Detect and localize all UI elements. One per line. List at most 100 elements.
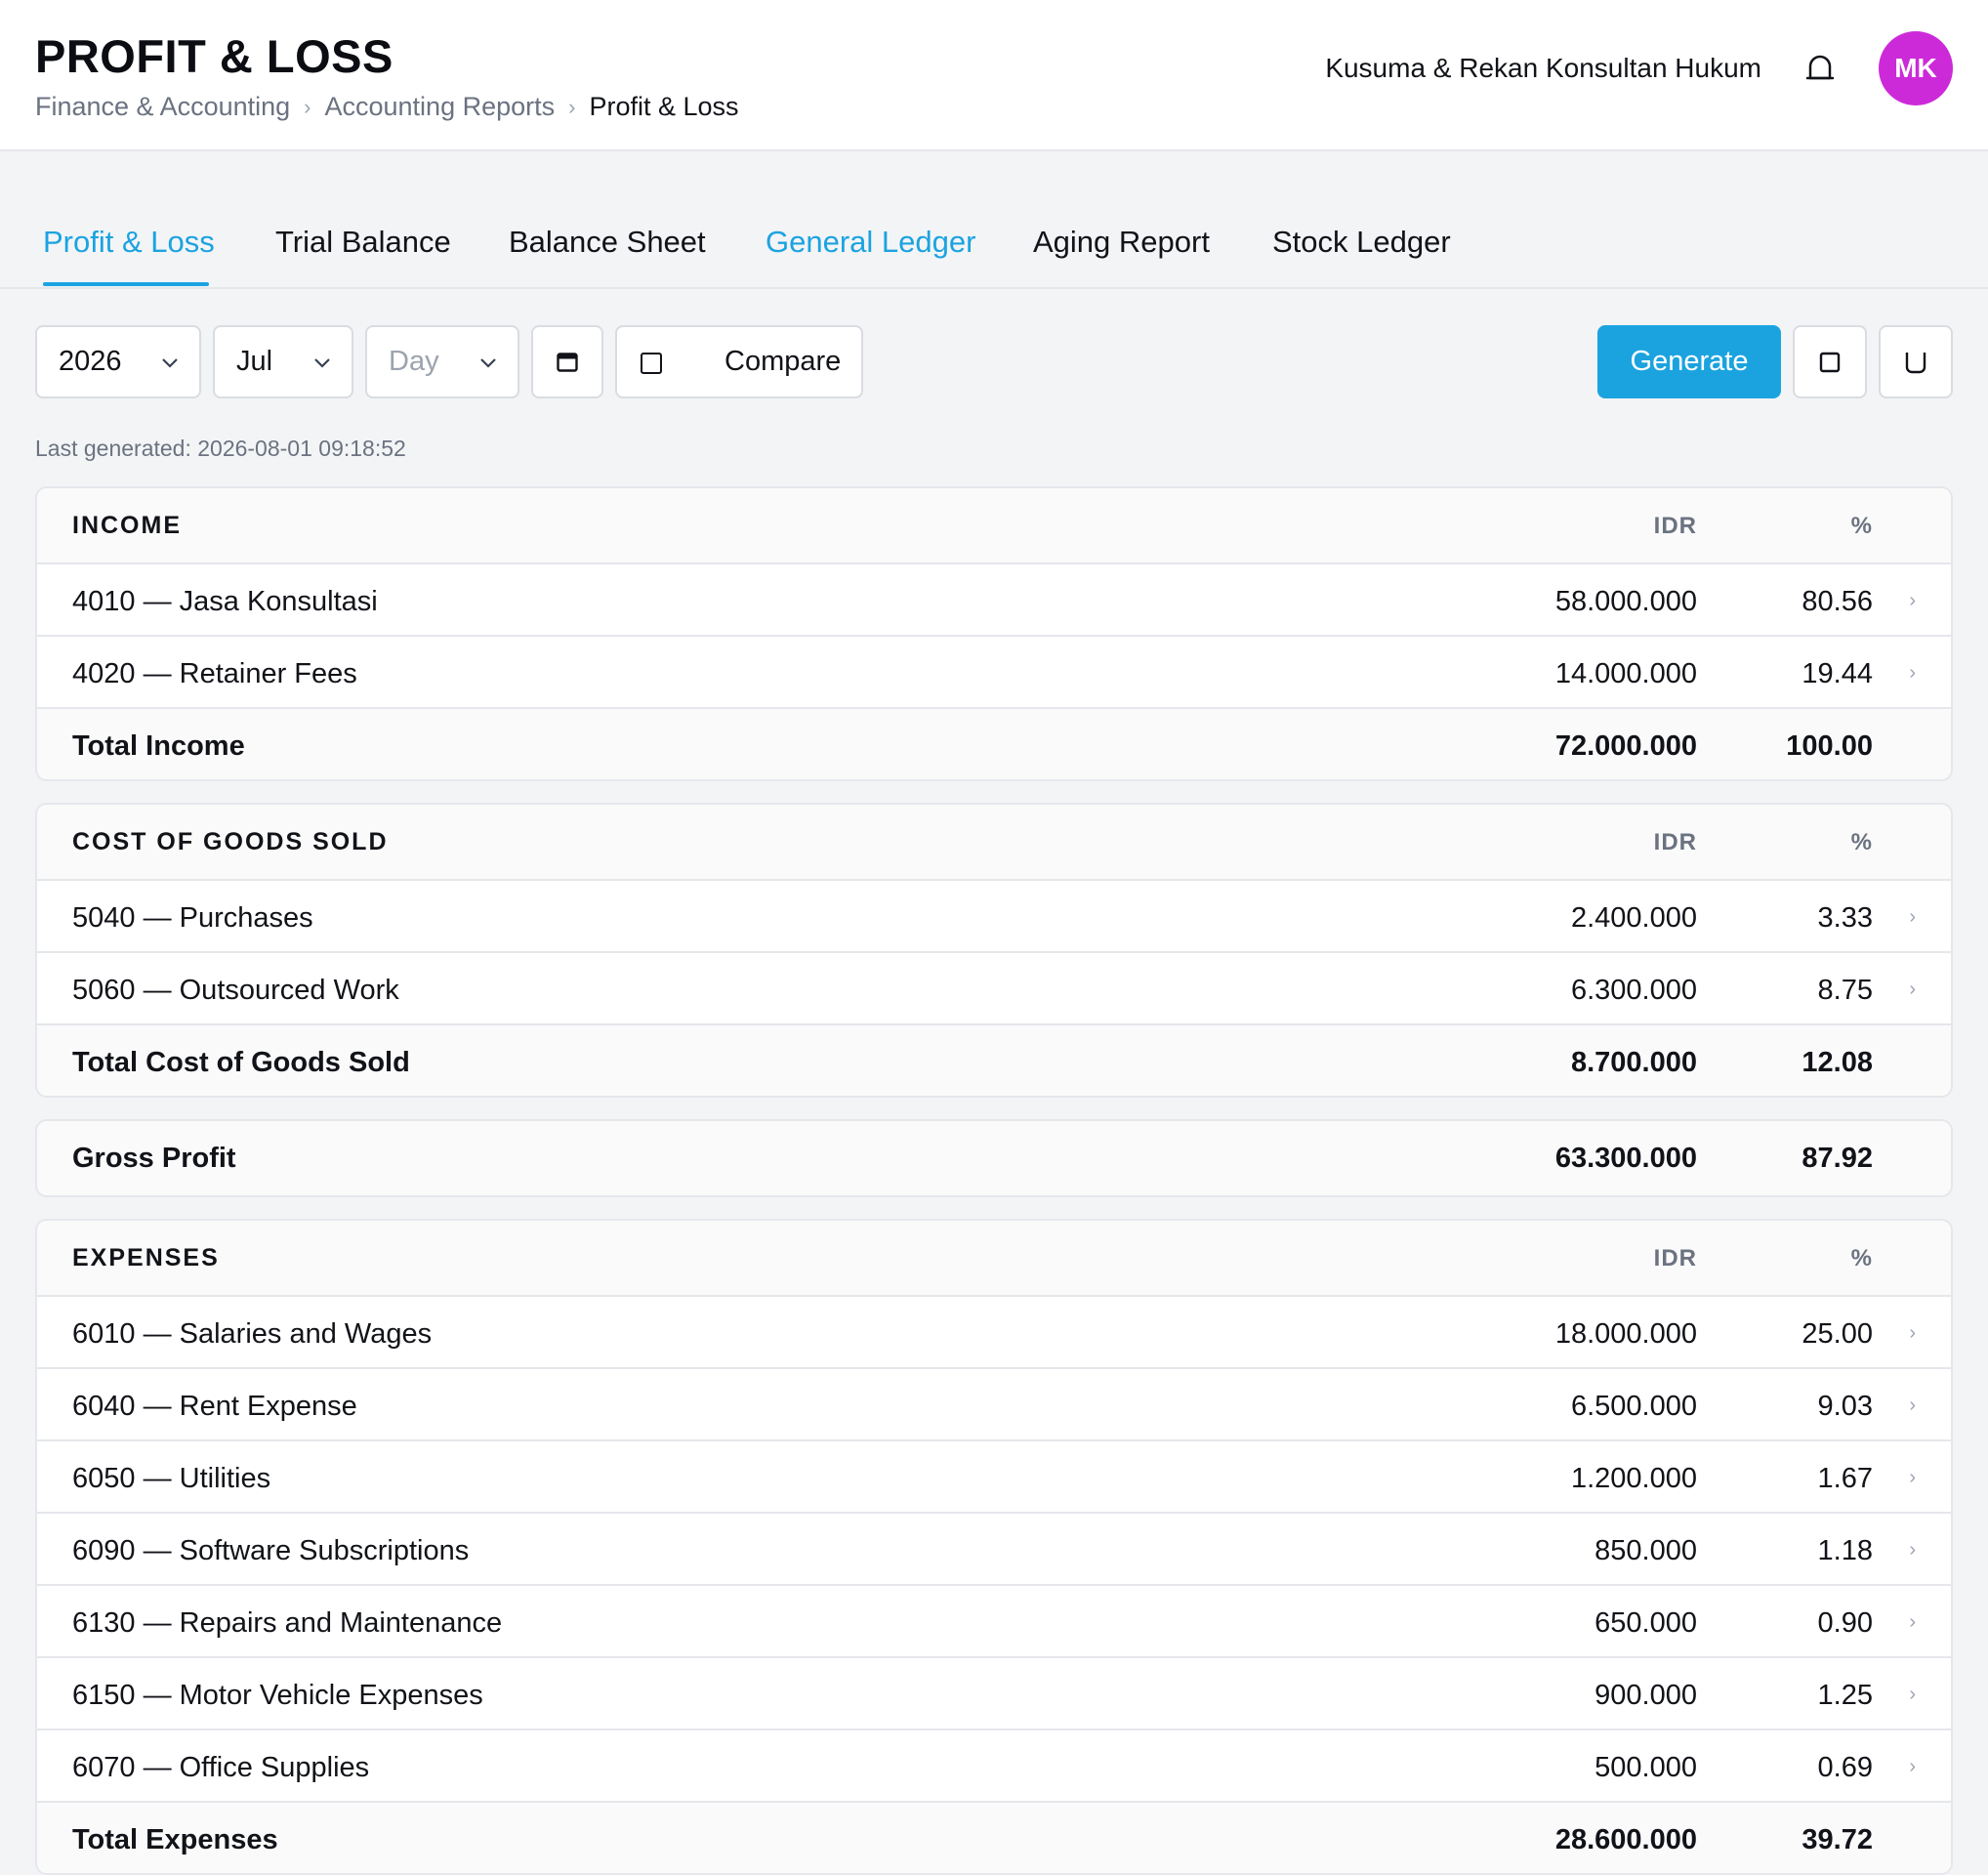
total-amount: 8.700.000 [1570,1047,1697,1078]
chevron-down-icon [314,358,330,368]
cogs-section: COST OF GOODS SOLD IDR % 5040 — Purchase… [35,803,1953,1098]
last-generated-text: Last generated: 2026-08-01 09:18:52 [35,436,406,461]
account-percent: 3.33 [1817,902,1873,934]
account-row[interactable]: 6050 — Utilities 1.200.000 1.67 › [37,1439,1951,1512]
total-label: Total Cost of Goods Sold [72,1047,410,1078]
chevron-right-icon[interactable]: › [1909,1467,1916,1489]
account-row[interactable]: 5040 — Purchases 2.400.000 3.33 › [37,879,1951,951]
breadcrumb-separator-icon: › [304,94,311,119]
chevron-right-icon[interactable]: › [1909,1756,1916,1778]
total-percent: 39.72 [1802,1824,1873,1855]
day-select[interactable]: Day [365,325,519,398]
account-percent: 1.25 [1817,1680,1873,1711]
chevron-right-icon[interactable]: › [1909,1395,1916,1417]
year-select[interactable]: 2026 [35,325,201,398]
tab-general-ledger[interactable]: General Ledger [766,225,975,260]
account-amount: 900.000 [1595,1680,1697,1711]
active-tab-indicator [43,282,209,286]
column-header-percent: % [1850,1245,1873,1271]
tab-trial-balance[interactable]: Trial Balance [275,225,451,260]
account-amount: 2.400.000 [1570,902,1697,934]
calendar-button[interactable] [531,325,603,398]
account-name: 4020 — Retainer Fees [72,658,357,689]
gross-profit-label: Gross Profit [72,1143,236,1174]
account-row[interactable]: 6070 — Office Supplies 500.000 0.69 › [37,1729,1951,1801]
chevron-right-icon[interactable]: › [1909,590,1916,612]
account-percent: 0.90 [1817,1607,1873,1639]
account-amount: 1.200.000 [1570,1463,1697,1494]
expenses-section: EXPENSES IDR % 6010 — Salaries and Wages… [35,1219,1953,1875]
account-name: 6040 — Rent Expense [72,1391,357,1422]
column-header-percent: % [1850,829,1873,855]
app-header: PROFIT & LOSS Finance & Accounting › Acc… [0,0,1988,151]
chevron-right-icon[interactable]: › [1909,662,1916,685]
breadcrumb-item-current: Profit & Loss [589,92,739,121]
total-row: Total Income 72.000.000 100.00 [37,707,1951,779]
total-percent: 100.00 [1786,730,1873,762]
account-row[interactable]: 6090 — Software Subscriptions 850.000 1.… [37,1512,1951,1584]
export-button[interactable] [1793,325,1867,398]
gross-profit-percent: 87.92 [1802,1143,1873,1174]
bell-icon[interactable] [1802,51,1838,86]
account-row[interactable]: 6010 — Salaries and Wages 18.000.000 25.… [37,1295,1951,1367]
compare-toggle[interactable]: Compare [615,325,863,398]
generate-button[interactable]: Generate [1597,325,1781,398]
section-header: EXPENSES IDR % [37,1221,1951,1295]
account-percent: 1.67 [1817,1463,1873,1494]
account-amount: 6.300.000 [1570,975,1697,1006]
account-row[interactable]: 4010 — Jasa Konsultasi 58.000.000 80.56 … [37,562,1951,635]
chevron-right-icon[interactable]: › [1909,906,1916,929]
breadcrumb: Finance & Accounting › Accounting Report… [35,92,739,122]
gross-profit-section: Gross Profit 63.300.000 87.92 [35,1119,1953,1197]
account-row[interactable]: 4020 — Retainer Fees 14.000.000 19.44 › [37,635,1951,707]
account-name: 6090 — Software Subscriptions [72,1535,470,1566]
gross-profit-row: Gross Profit 63.300.000 87.92 [37,1121,1951,1195]
page-title: PROFIT & LOSS [35,30,393,82]
column-header-amount: IDR [1653,513,1697,539]
breadcrumb-item-accounting-reports[interactable]: Accounting Reports [325,92,556,122]
account-name: 6010 — Salaries and Wages [72,1318,433,1350]
month-select[interactable]: Jul [213,325,353,398]
account-row[interactable]: 5060 — Outsourced Work 6.300.000 8.75 › [37,951,1951,1023]
total-label: Total Income [72,730,245,762]
tab-balance-sheet[interactable]: Balance Sheet [509,225,706,260]
column-header-amount: IDR [1653,1245,1697,1271]
chevron-right-icon[interactable]: › [1909,979,1916,1001]
chevron-right-icon[interactable]: › [1909,1684,1916,1706]
column-header-amount: IDR [1653,829,1697,855]
cup-icon [1905,352,1926,373]
chevron-down-icon [162,358,178,368]
chevron-right-icon[interactable]: › [1909,1539,1916,1562]
chevron-right-icon[interactable]: › [1909,1322,1916,1345]
breadcrumb-item-finance[interactable]: Finance & Accounting [35,92,290,122]
account-name: 6070 — Office Supplies [72,1752,370,1783]
account-row[interactable]: 6130 — Repairs and Maintenance 650.000 0… [37,1584,1951,1656]
calendar-icon [557,352,578,372]
total-amount: 72.000.000 [1554,730,1697,762]
account-percent: 8.75 [1817,975,1873,1006]
avatar[interactable]: MK [1879,31,1953,105]
tab-aging-report[interactable]: Aging Report [1033,225,1210,260]
account-amount: 14.000.000 [1554,658,1697,689]
chevron-right-icon[interactable]: › [1909,1611,1916,1634]
account-amount: 850.000 [1595,1535,1697,1566]
tab-stock-ledger[interactable]: Stock Ledger [1272,225,1451,260]
compare-checkbox[interactable] [641,353,662,374]
total-percent: 12.08 [1802,1047,1873,1078]
total-label: Total Expenses [72,1824,278,1855]
account-name: 4010 — Jasa Konsultasi [72,586,378,617]
month-select-value: Jul [236,346,273,377]
company-name[interactable]: Kusuma & Rekan Konsultan Hukum [1325,53,1761,84]
section-heading: EXPENSES [72,1244,220,1271]
account-row[interactable]: 6150 — Motor Vehicle Expenses 900.000 1.… [37,1656,1951,1729]
print-button[interactable] [1879,325,1953,398]
tab-profit-loss[interactable]: Profit & Loss [43,225,215,260]
account-name: 6050 — Utilities [72,1463,271,1494]
account-amount: 18.000.000 [1554,1318,1697,1350]
account-name: 6150 — Motor Vehicle Expenses [72,1680,483,1711]
account-percent: 19.44 [1802,658,1873,689]
column-header-percent: % [1850,513,1873,539]
account-amount: 500.000 [1595,1752,1697,1783]
year-select-value: 2026 [59,346,122,377]
account-row[interactable]: 6040 — Rent Expense 6.500.000 9.03 › [37,1367,1951,1439]
